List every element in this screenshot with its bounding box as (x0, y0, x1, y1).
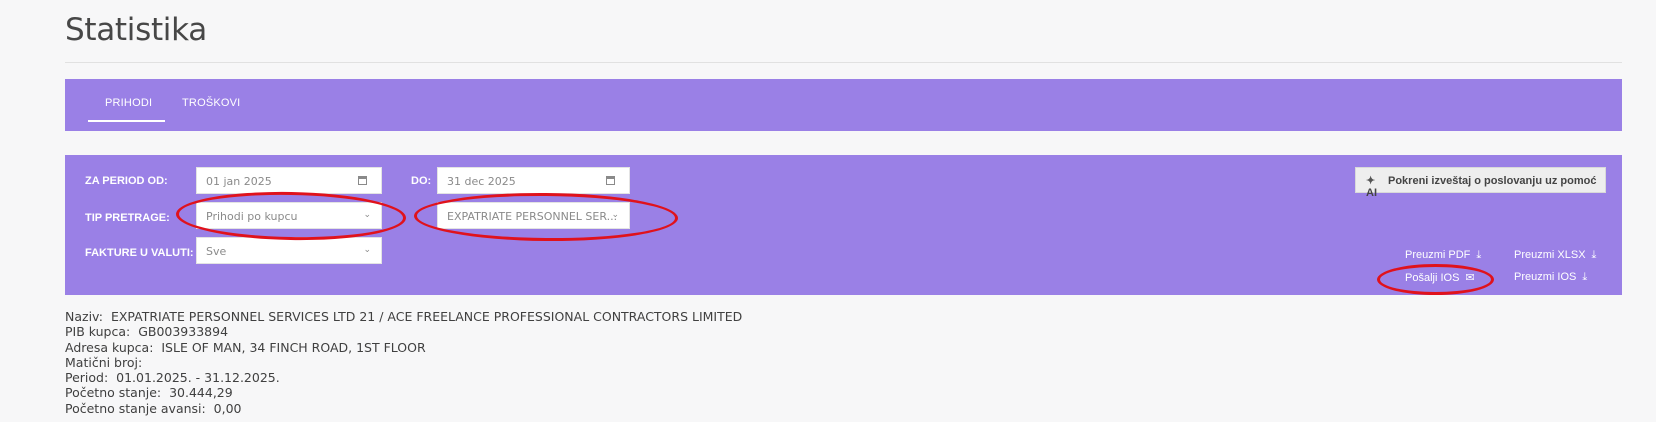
address-value: ISLE OF MAN, 34 FINCH ROAD, 1ST FLOOR (161, 339, 426, 355)
info-row-opening-adv: Početno stanje avansi: 0,00 (65, 401, 742, 416)
send-ios-link[interactable]: Pošalji IOS ✉ (1405, 271, 1475, 284)
period-from-input[interactable]: 01 jan 2025 (196, 167, 382, 194)
chevron-down-icon: ⌄ (611, 210, 619, 220)
download-ios-link[interactable]: Preuzmi IOS ⤓ (1514, 271, 1587, 284)
magic-wand-icon: ✦ (1366, 175, 1376, 187)
chevron-down-icon: ⌄ (363, 210, 371, 220)
tab-prihodi[interactable]: PRIHODI (105, 97, 152, 109)
download-ios-label: Preuzmi IOS (1514, 271, 1577, 283)
pib-value: GB003933894 (138, 324, 229, 340)
chevron-down-icon: ⌄ (363, 245, 371, 255)
search-type-value: Prihodi po kupcu (206, 210, 298, 223)
download-icon: ⤓ (1591, 249, 1597, 261)
period-value: 01.01.2025. - 31.12.2025. (116, 370, 280, 386)
download-pdf-label: Preuzmi PDF (1405, 249, 1471, 261)
info-row-name: Naziv: EXPATRIATE PERSONNEL SERVICES LTD … (65, 309, 742, 324)
currency-label: FAKTURE U VALUTI: (85, 247, 194, 259)
send-ios-label: Pošalji IOS (1405, 272, 1460, 284)
info-row-period: Period: 01.01.2025. - 31.12.2025. (65, 370, 742, 385)
info-row-opening: Početno stanje: 30.444,29 (65, 385, 742, 400)
active-tab-indicator (88, 120, 165, 122)
customer-value: EXPATRIATE PERSONNEL SER... (447, 210, 618, 223)
period-to-value: 31 dec 2025 (447, 175, 516, 188)
download-pdf-link[interactable]: Preuzmi PDF ⤓ (1405, 249, 1481, 262)
info-row-pib: PIB kupca: GB003933894 (65, 324, 742, 339)
period-to-label: DO: (411, 175, 432, 187)
address-label: Adresa kupca: (65, 339, 154, 355)
envelope-icon: ✉ (1465, 272, 1475, 284)
title-divider (65, 62, 1622, 63)
download-icon: ⤓ (1582, 271, 1588, 283)
filter-panel: ZA PERIOD OD: 01 jan 2025 DO: 31 dec 202… (65, 155, 1622, 295)
currency-select[interactable]: Sve ⌄ (196, 237, 382, 264)
opening-adv-value: 0,00 (213, 400, 242, 416)
page-title: Statistika (65, 12, 207, 48)
period-label: Period: (65, 370, 109, 386)
download-icon: ⤓ (1476, 249, 1482, 261)
currency-value: Sve (206, 245, 227, 258)
customer-info: Naziv: EXPATRIATE PERSONNEL SERVICES LTD … (65, 309, 742, 416)
name-value: EXPATRIATE PERSONNEL SERVICES LTD 21 / A… (110, 309, 743, 324)
ai-report-button[interactable]: ✦ Pokreni izveštaj o poslovanju uz pomoć … (1355, 167, 1606, 199)
info-row-reg: Matični broj: (65, 355, 742, 370)
search-type-select[interactable]: Prihodi po kupcu ⌄ (196, 202, 382, 229)
search-type-label: TIP PRETRAGE: (85, 212, 170, 224)
calendar-icon[interactable] (358, 176, 367, 185)
download-xlsx-label: Preuzmi XLSX (1514, 249, 1586, 261)
reg-label: Matični broj: (65, 354, 143, 370)
info-row-address: Adresa kupca: ISLE OF MAN, 34 FINCH ROAD,… (65, 340, 742, 355)
tab-troskovi[interactable]: TROŠKOVI (182, 97, 240, 109)
calendar-icon[interactable] (606, 176, 615, 185)
pib-label: PIB kupca: (65, 324, 131, 340)
period-from-value: 01 jan 2025 (206, 175, 272, 188)
period-to-input[interactable]: 31 dec 2025 (437, 167, 630, 194)
period-from-label: ZA PERIOD OD: (85, 175, 168, 187)
name-label: Naziv: (65, 309, 103, 324)
download-xlsx-link[interactable]: Preuzmi XLSX ⤓ (1514, 249, 1596, 262)
opening-value: 30.444,29 (169, 385, 233, 401)
ai-report-label: Pokreni izveštaj o poslovanju uz pomoć A… (1366, 175, 1597, 199)
customer-select[interactable]: EXPATRIATE PERSONNEL SER... ⌄ (437, 202, 630, 229)
opening-adv-label: Početno stanje avansi: (65, 400, 206, 416)
opening-label: Početno stanje: (65, 385, 162, 401)
tabs-bar: PRIHODI TROŠKOVI (65, 79, 1622, 131)
